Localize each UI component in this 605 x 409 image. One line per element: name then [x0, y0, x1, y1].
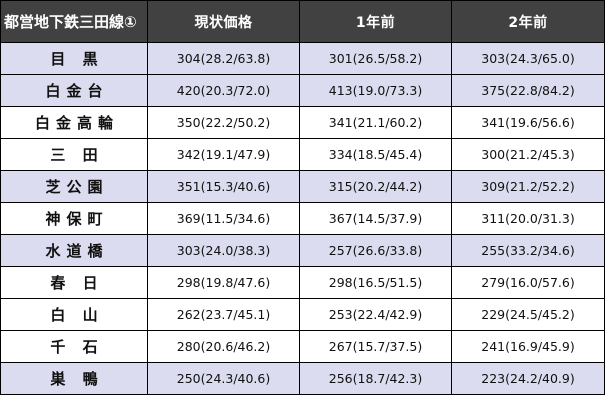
one-year-ago-cell: 256(18.7/42.3) [299, 362, 452, 395]
table-row: 白 山 262(23.7/45.1) 253(22.4/42.9) 229(24… [0, 298, 605, 331]
table-row: 芝公園 351(15.3/40.6) 315(20.2/44.2) 309(21… [0, 170, 605, 203]
one-year-ago-header: 1年前 [299, 0, 452, 43]
current-price-header: 現状価格 [147, 0, 300, 43]
current-price-cell: 280(20.6/46.2) [147, 330, 300, 363]
table-row: 目 黒 304(28.2/63.8) 301(26.5/58.2) 303(24… [0, 42, 605, 75]
two-years-ago-cell: 223(24.2/40.9) [451, 362, 605, 395]
station-name: 芝公園 [0, 170, 148, 203]
table-row: 神保町 369(11.5/34.6) 367(14.5/37.9) 311(20… [0, 202, 605, 235]
one-year-ago-cell: 334(18.5/45.4) [299, 138, 452, 171]
line-name-header: 都営地下鉄三田線① [0, 0, 148, 43]
two-years-ago-header: 2年前 [451, 0, 605, 43]
current-price-cell: 369(11.5/34.6) [147, 202, 300, 235]
current-price-cell: 250(24.3/40.6) [147, 362, 300, 395]
station-name: 三 田 [0, 138, 148, 171]
station-name: 千 石 [0, 330, 148, 363]
station-name: 白 山 [0, 298, 148, 331]
two-years-ago-cell: 309(21.2/52.2) [451, 170, 605, 203]
station-name: 目 黒 [0, 42, 148, 75]
two-years-ago-cell: 303(24.3/65.0) [451, 42, 605, 75]
table-row: 三 田 342(19.1/47.9) 334(18.5/45.4) 300(21… [0, 138, 605, 171]
two-years-ago-cell: 300(21.2/45.3) [451, 138, 605, 171]
current-price-cell: 342(19.1/47.9) [147, 138, 300, 171]
table-body: 目 黒 304(28.2/63.8) 301(26.5/58.2) 303(24… [0, 42, 605, 395]
one-year-ago-cell: 413(19.0/73.3) [299, 74, 452, 107]
current-price-cell: 304(28.2/63.8) [147, 42, 300, 75]
one-year-ago-cell: 267(15.7/37.5) [299, 330, 452, 363]
table-row: 白金高輪 350(22.2/50.2) 341(21.1/60.2) 341(1… [0, 106, 605, 139]
table-row: 千 石 280(20.6/46.2) 267(15.7/37.5) 241(16… [0, 330, 605, 363]
two-years-ago-cell: 375(22.8/84.2) [451, 74, 605, 107]
one-year-ago-cell: 301(26.5/58.2) [299, 42, 452, 75]
one-year-ago-cell: 253(22.4/42.9) [299, 298, 452, 331]
table-row: 白金台 420(20.3/72.0) 413(19.0/73.3) 375(22… [0, 74, 605, 107]
station-name: 春 日 [0, 266, 148, 299]
station-name: 水道橋 [0, 234, 148, 267]
table-row: 春 日 298(19.8/47.6) 298(16.5/51.5) 279(16… [0, 266, 605, 299]
two-years-ago-cell: 241(16.9/45.9) [451, 330, 605, 363]
one-year-ago-cell: 298(16.5/51.5) [299, 266, 452, 299]
two-years-ago-cell: 311(20.0/31.3) [451, 202, 605, 235]
two-years-ago-cell: 279(16.0/57.6) [451, 266, 605, 299]
station-name: 白金台 [0, 74, 148, 107]
two-years-ago-cell: 255(33.2/34.6) [451, 234, 605, 267]
station-name: 巣 鴨 [0, 362, 148, 395]
current-price-cell: 298(19.8/47.6) [147, 266, 300, 299]
current-price-cell: 350(22.2/50.2) [147, 106, 300, 139]
current-price-cell: 262(23.7/45.1) [147, 298, 300, 331]
station-name: 神保町 [0, 202, 148, 235]
station-name: 白金高輪 [0, 106, 148, 139]
one-year-ago-cell: 257(26.6/33.8) [299, 234, 452, 267]
table-row: 巣 鴨 250(24.3/40.6) 256(18.7/42.3) 223(24… [0, 362, 605, 395]
current-price-cell: 303(24.0/38.3) [147, 234, 300, 267]
header-row: 都営地下鉄三田線① 現状価格 1年前 2年前 [0, 0, 605, 43]
one-year-ago-cell: 341(21.1/60.2) [299, 106, 452, 139]
current-price-cell: 351(15.3/40.6) [147, 170, 300, 203]
current-price-cell: 420(20.3/72.0) [147, 74, 300, 107]
table-row: 水道橋 303(24.0/38.3) 257(26.6/33.8) 255(33… [0, 234, 605, 267]
two-years-ago-cell: 341(19.6/56.6) [451, 106, 605, 139]
one-year-ago-cell: 315(20.2/44.2) [299, 170, 452, 203]
two-years-ago-cell: 229(24.5/45.2) [451, 298, 605, 331]
station-price-table: 都営地下鉄三田線① 現状価格 1年前 2年前 目 黒 304(28.2/63.8… [0, 0, 605, 395]
one-year-ago-cell: 367(14.5/37.9) [299, 202, 452, 235]
